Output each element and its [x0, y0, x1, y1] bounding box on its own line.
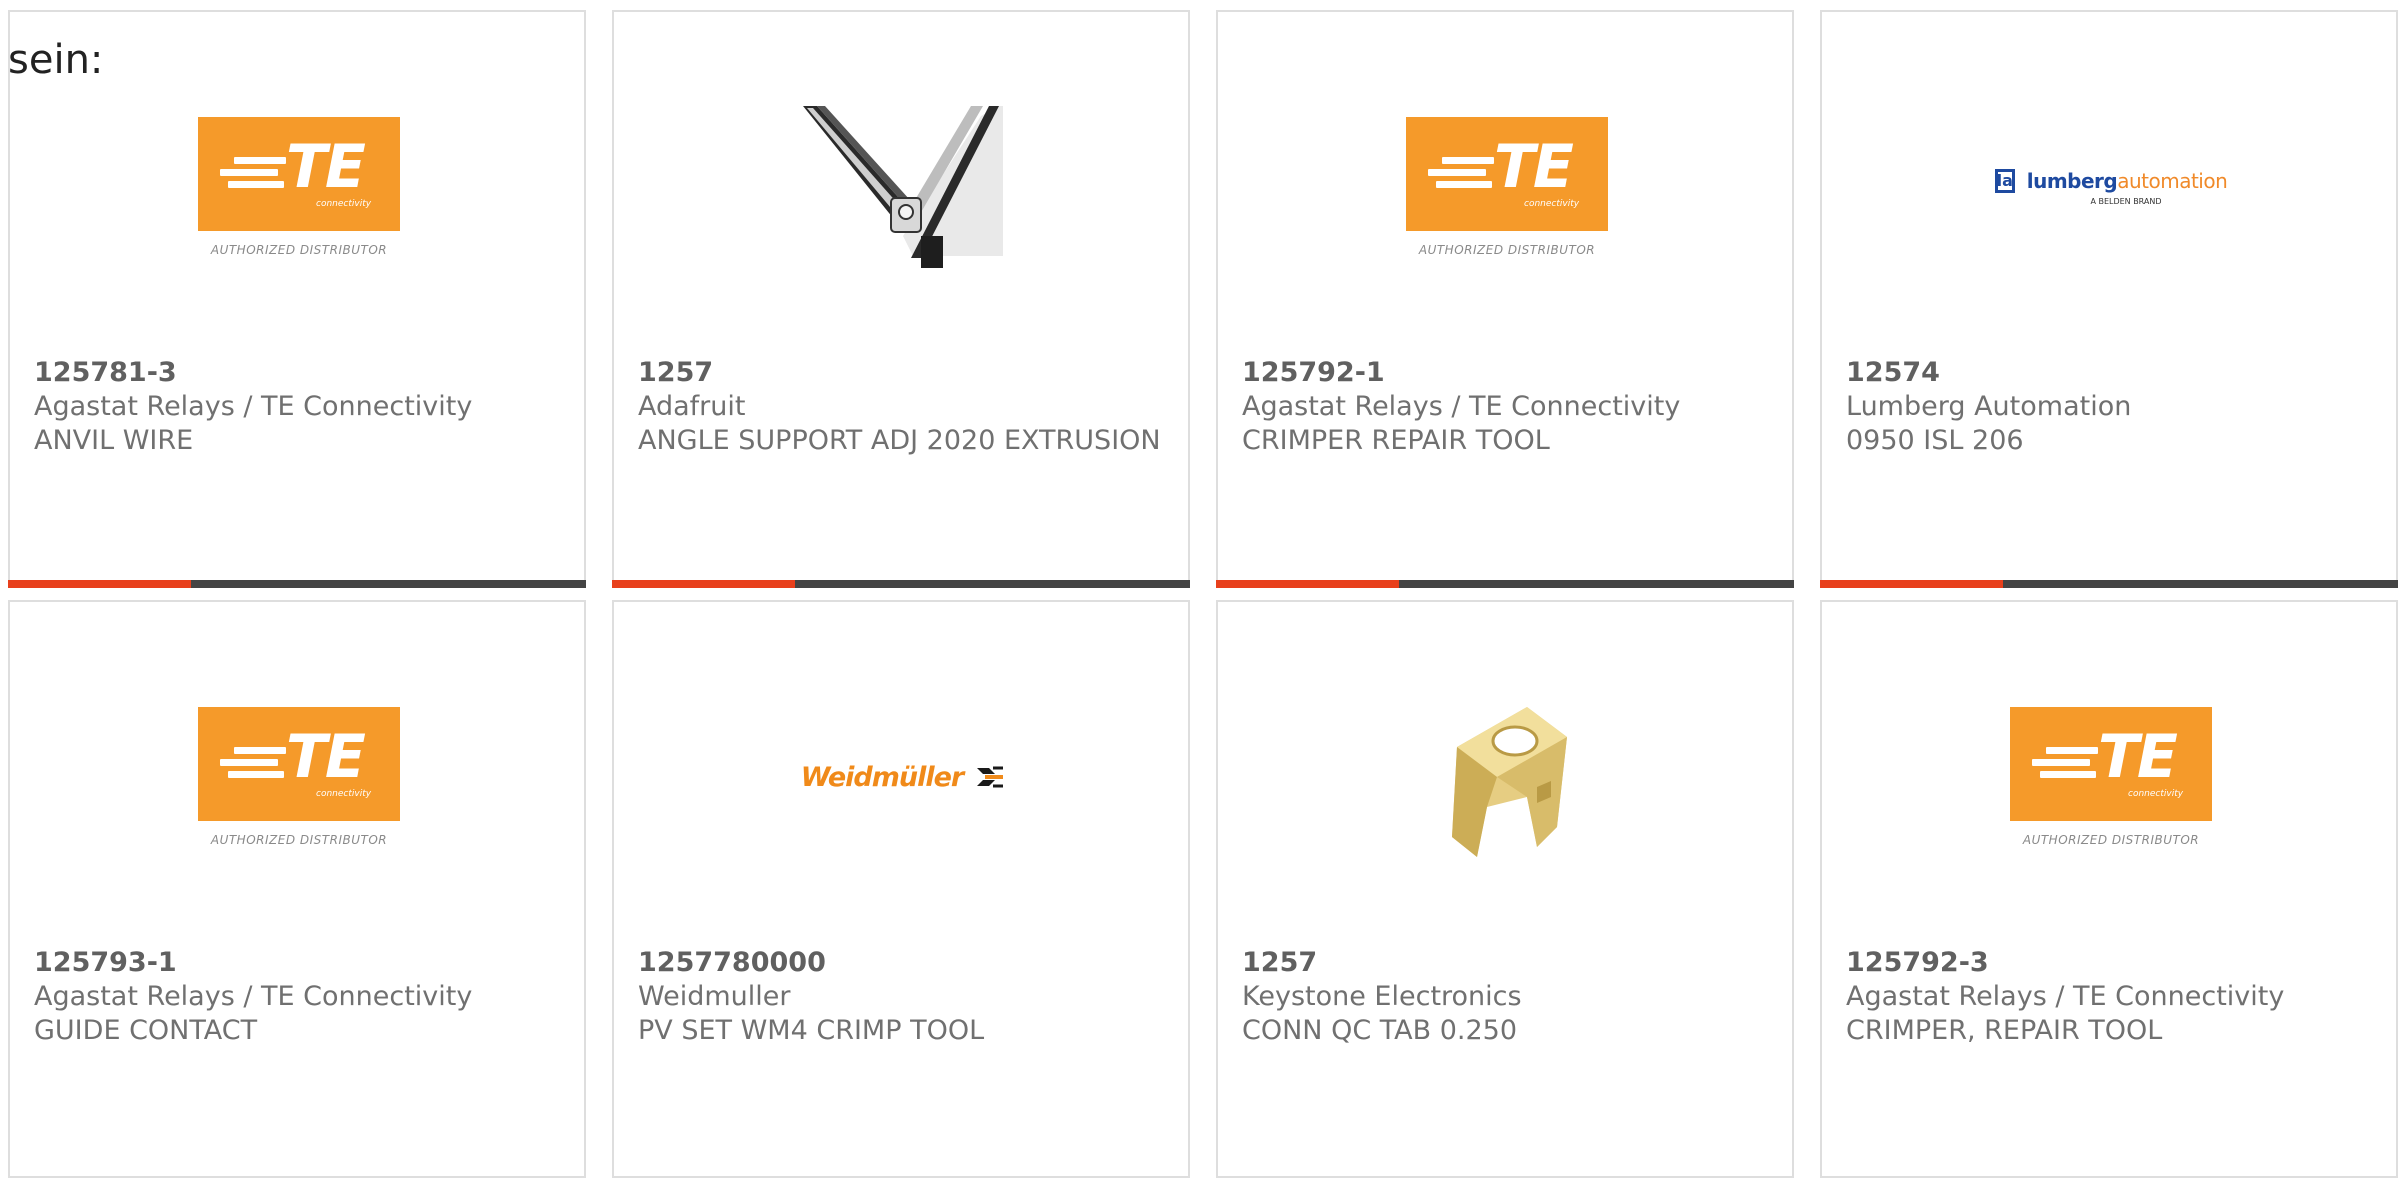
manufacturer: Weidmuller	[638, 981, 791, 1012]
te-logo: TE connectivity AUTHORIZED DISTRIBUTOR	[1402, 82, 1612, 292]
lumberg-logo: la lumberg automation A BELDEN BRAND	[1994, 168, 2228, 206]
manufacturer: Agastat Relays / TE Connectivity	[1242, 391, 1681, 422]
description: 0950 ISL 206	[1846, 425, 2024, 456]
part-number[interactable]: 125793-1	[34, 946, 564, 980]
manufacturer: Agastat Relays / TE Connectivity	[34, 391, 473, 422]
card-footer-bar	[1820, 580, 2398, 588]
part-number[interactable]: 125781-3	[34, 356, 564, 390]
card-footer-bar	[612, 580, 1190, 588]
product-card[interactable]: la lumberg automation A BELDEN BRAND 1257…	[1820, 10, 2398, 588]
te-logo: TE connectivity AUTHORIZED DISTRIBUTOR	[194, 82, 404, 292]
description: PV SET WM4 CRIMP TOOL	[638, 1015, 985, 1046]
card-footer-bar	[1216, 580, 1794, 588]
product-card[interactable]: 1257 Keystone Electronics CONN QC TAB 0.…	[1216, 600, 1794, 1178]
description: CRIMPER, REPAIR TOOL	[1846, 1015, 2163, 1046]
part-number[interactable]: 1257780000	[638, 946, 1168, 980]
manufacturer: Adafruit	[638, 391, 746, 422]
part-number[interactable]: 1257	[1242, 946, 1772, 980]
manufacturer: Keystone Electronics	[1242, 981, 1522, 1012]
manufacturer: Lumberg Automation	[1846, 391, 2132, 422]
manufacturer: Agastat Relays / TE Connectivity	[34, 981, 473, 1012]
manufacturer: Agastat Relays / TE Connectivity	[1846, 981, 2285, 1012]
part-number[interactable]: 125792-3	[1846, 946, 2376, 980]
angle-support-photo	[798, 82, 1008, 292]
description: CONN QC TAB 0.250	[1242, 1015, 1518, 1046]
product-card[interactable]: 1257 Adafruit ANGLE SUPPORT ADJ 2020 EXT…	[612, 10, 1190, 588]
product-card[interactable]: TE connectivity AUTHORIZED DISTRIBUTOR 1…	[1820, 600, 2398, 1178]
product-card[interactable]: TE connectivity AUTHORIZED DISTRIBUTOR 1…	[1216, 10, 1794, 588]
intro-text: sein:	[8, 37, 104, 83]
product-card[interactable]: Weidmüller 1257780000 Weidmuller PV SET …	[612, 600, 1190, 1178]
part-number[interactable]: 125792-1	[1242, 356, 1772, 390]
part-number[interactable]: 1257	[638, 356, 1168, 390]
qc-tab-photo	[1402, 672, 1612, 882]
description: ANGLE SUPPORT ADJ 2020 EXTRUSION	[638, 425, 1161, 456]
product-card[interactable]: TE connectivity AUTHORIZED DISTRIBUTOR 1…	[8, 600, 586, 1178]
description: GUIDE CONTACT	[34, 1015, 258, 1046]
part-number[interactable]: 12574	[1846, 356, 2376, 390]
card-footer-bar	[8, 580, 586, 588]
description: ANVIL WIRE	[34, 425, 194, 456]
description: CRIMPER REPAIR TOOL	[1242, 425, 1550, 456]
weidmuller-logo: Weidmüller	[798, 672, 1008, 882]
te-logo: TE connectivity AUTHORIZED DISTRIBUTOR	[194, 672, 404, 882]
product-card[interactable]: TE connectivity AUTHORIZED DISTRIBUTOR 1…	[8, 10, 586, 588]
te-logo: TE connectivity AUTHORIZED DISTRIBUTOR	[2006, 672, 2216, 882]
